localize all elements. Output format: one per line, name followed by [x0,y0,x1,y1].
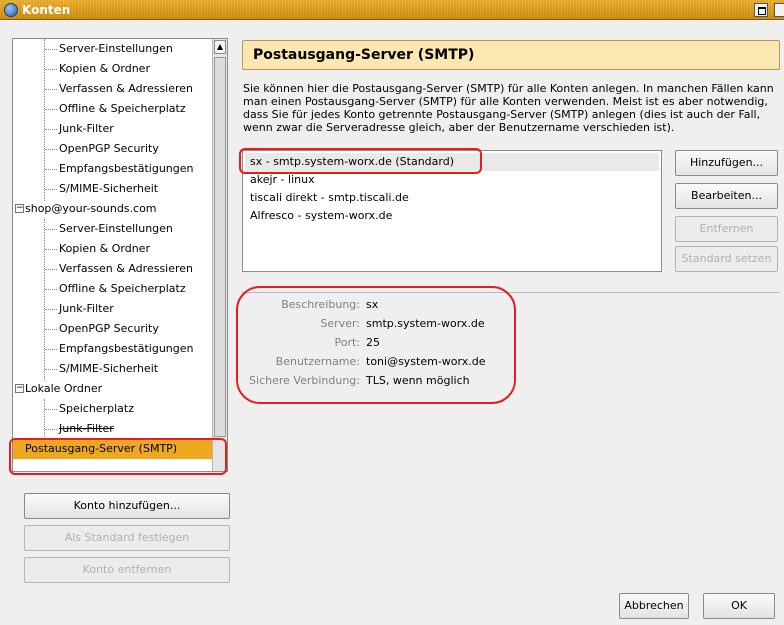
scroll-thumb[interactable] [214,57,226,437]
description-line: Sie können hier die Postausgang-Server (… [243,82,774,95]
remove-server-button[interactable]: Entfernen [675,216,778,242]
description-line: dass Sie für jedes Konto getrennte Posta… [243,108,761,121]
annotation-highlight [239,148,482,174]
tree-item[interactable]: Empfangsbestätigungen [45,339,194,359]
tree-item[interactable]: Speicherplatz [45,399,134,419]
tree-item[interactable]: Offline & Speicherplatz [45,279,186,299]
collapse-icon[interactable]: − [15,204,24,213]
tree-account-label: shop@your-sounds.com [25,202,157,215]
maximize-button[interactable] [754,3,768,17]
tree-item[interactable]: Junk-Filter [45,119,114,139]
tree-item[interactable]: Junk-Filter [45,299,114,319]
title-bar[interactable]: Konten [0,0,784,20]
window-title: Konten [22,3,71,17]
tree-item[interactable]: Offline & Speicherplatz [45,99,186,119]
app-icon [4,3,18,17]
tree-item[interactable]: Verfassen & Adressieren [44,259,193,279]
annotation-highlight [236,286,516,404]
cancel-button[interactable]: Abbrechen [619,593,689,619]
description-line: wenn zwar die Serveradresse gleich, aber… [243,121,675,134]
scroll-up-arrow-icon[interactable]: ▲ [214,40,226,54]
remove-account-button[interactable]: Konto entfernen [24,557,230,583]
edit-server-button[interactable]: Bearbeiten... [675,183,778,209]
tree-item[interactable]: S/MIME-Sicherheit [44,179,158,199]
tree-account-node[interactable]: − Lokale Ordner [13,379,102,399]
account-tree[interactable]: Server-Einstellungen Kopien & Ordner Ver… [12,38,228,472]
tree-item[interactable]: Junk-Filter [45,419,114,439]
page-title: Postausgang-Server (SMTP) [253,47,475,63]
tree-guide [44,39,45,201]
tree-item[interactable]: Kopien & Ordner [45,239,150,259]
tree-item[interactable]: OpenPGP Security [45,319,159,339]
tree-item[interactable]: Kopien & Ordner [45,59,150,79]
add-account-button[interactable]: Konto hinzufügen... [24,493,230,519]
server-list-item[interactable]: Alfresco - system-worx.de [250,208,392,224]
tree-scrollbar[interactable]: ▲ [212,39,227,471]
page-header: Postausgang-Server (SMTP) [242,40,780,70]
tree-account-label: Lokale Ordner [25,382,103,395]
set-default-server-button[interactable]: Standard setzen [675,246,778,272]
set-default-account-button[interactable]: Als Standard festlegen [24,525,230,551]
annotation-highlight [9,438,227,475]
tree-guide [44,399,45,441]
tree-item[interactable]: OpenPGP Security [45,139,159,159]
tree-guide [44,219,45,381]
server-list-item[interactable]: tiscali direkt - smtp.tiscali.de [250,190,409,206]
tree-item[interactable]: Empfangsbestätigungen [45,159,194,179]
tree-item[interactable]: S/MIME-Sicherheit [44,359,158,379]
add-server-button[interactable]: Hinzufügen... [675,150,778,176]
ok-button[interactable]: OK [703,593,775,619]
tree-account-node[interactable]: − shop@your-sounds.com [13,199,157,219]
description-line: man einen Postausgang-Server (SMTP) für … [243,95,768,108]
close-button[interactable] [774,3,784,17]
tree-item[interactable]: Verfassen & Adressieren [44,79,193,99]
description: Sie können hier die Postausgang-Server (… [243,82,778,134]
tree-item[interactable]: Server-Einstellungen [45,39,173,59]
server-list-item[interactable]: akejr - linux [250,172,315,188]
collapse-icon[interactable]: − [15,384,24,393]
tree-item[interactable]: Server-Einstellungen [45,219,173,239]
